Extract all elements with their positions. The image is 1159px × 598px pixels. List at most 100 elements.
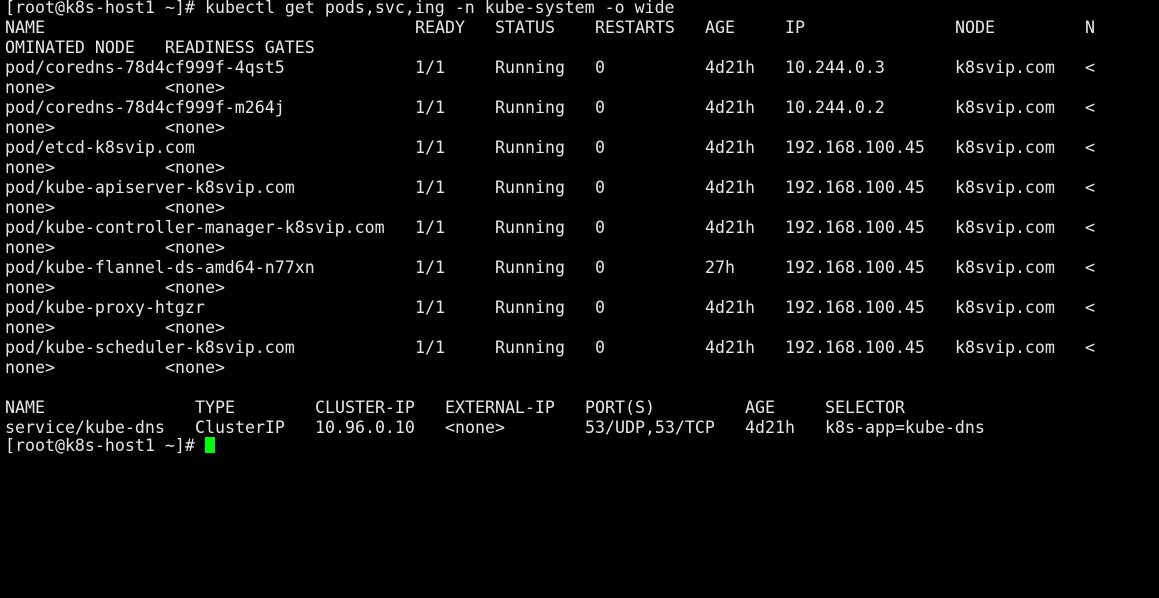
header-ip: IP <box>785 18 805 37</box>
pod-readiness-gates: <none> <box>165 158 225 177</box>
pod-ip: 10.244.0.2 <box>785 98 885 117</box>
terminal-window[interactable]: [root@k8s-host1 ~]# kubectl get pods,svc,… <box>0 0 1159 455</box>
svc-header-external-ip: EXTERNAL-IP <box>445 398 555 417</box>
pod-age: 4d21h <box>705 138 755 157</box>
pod-nominated-tail: none> <box>5 198 55 217</box>
pod-readiness-gates: <none> <box>165 238 225 257</box>
svc-header-ports: PORT(S) <box>585 398 655 417</box>
pod-age: 4d21h <box>705 298 755 317</box>
pod-readiness-gates: <none> <box>165 358 225 377</box>
pod-ready: 1/1 <box>415 138 445 157</box>
pod-nominated-head: < <box>1085 58 1095 77</box>
pod-status: Running <box>495 298 565 317</box>
pods-header: NAME READY STATUS RESTARTS AGE IP NODE N <box>0 18 1095 38</box>
pod-status: Running <box>495 98 565 117</box>
pod-name: pod/kube-controller-manager-k8svip.com <box>5 218 385 237</box>
pod-node: k8svip.com <box>955 58 1055 77</box>
pod-ip: 192.168.100.45 <box>785 218 925 237</box>
pod-restarts: 0 <box>595 258 605 277</box>
pod-age: 4d21h <box>705 98 755 117</box>
svc-header: NAME TYPE CLUSTER-IP EXTERNAL-IP PORT(S)… <box>0 398 905 418</box>
pod-ready: 1/1 <box>415 58 445 77</box>
svc-age: 4d21h <box>745 418 795 437</box>
pod-name: pod/coredns-78d4cf999f-m264j <box>5 98 285 117</box>
pod-readiness-gates: <none> <box>165 278 225 297</box>
pod-nominated-tail: none> <box>5 358 55 377</box>
pod-node: k8svip.com <box>955 178 1055 197</box>
header-ready: READY <box>415 18 465 37</box>
pod-node: k8svip.com <box>955 98 1055 117</box>
header-name: NAME <box>5 18 45 37</box>
pod-node: k8svip.com <box>955 218 1055 237</box>
pod-ip: 192.168.100.45 <box>785 138 925 157</box>
pod-nominated-head: < <box>1085 178 1095 197</box>
header-nominated-head: N <box>1085 18 1095 37</box>
pod-restarts: 0 <box>595 98 605 117</box>
pod-status: Running <box>495 338 565 357</box>
svc-selector: k8s-app=kube-dns <box>825 418 985 437</box>
pod-ip: 192.168.100.45 <box>785 298 925 317</box>
pod-nominated-tail: none> <box>5 158 55 177</box>
pod-age: 4d21h <box>705 178 755 197</box>
pod-nominated-tail: none> <box>5 78 55 97</box>
pod-ip: 192.168.100.45 <box>785 178 925 197</box>
pod-restarts: 0 <box>595 178 605 197</box>
pod-nominated-head: < <box>1085 98 1095 117</box>
pod-age: 4d21h <box>705 338 755 357</box>
pod-nominated-head: < <box>1085 258 1095 277</box>
command-line: [root@k8s-host1 ~]# kubectl get pods,svc,… <box>0 0 675 18</box>
svc-type: ClusterIP <box>195 418 285 437</box>
shell-prompt: [root@k8s-host1 ~]# <box>5 0 195 17</box>
pod-node: k8svip.com <box>955 138 1055 157</box>
svc-name: service/kube-dns <box>5 418 165 437</box>
pod-node: k8svip.com <box>955 298 1055 317</box>
pod-age: 4d21h <box>705 218 755 237</box>
pod-name: pod/kube-scheduler-k8svip.com <box>5 338 295 357</box>
pod-ready: 1/1 <box>415 298 445 317</box>
pod-nominated-tail: none> <box>5 238 55 257</box>
header-restarts: RESTARTS <box>595 18 675 37</box>
pod-ip: 192.168.100.45 <box>785 258 925 277</box>
pod-ready: 1/1 <box>415 178 445 197</box>
svc-header-name: NAME <box>5 398 45 417</box>
final-prompt-line[interactable]: [root@k8s-host1 ~]# <box>0 436 215 456</box>
pod-readiness-gates: <none> <box>165 78 225 97</box>
header-node: NODE <box>955 18 995 37</box>
pod-restarts: 0 <box>595 338 605 357</box>
pod-status: Running <box>495 218 565 237</box>
pod-ip: 10.244.0.3 <box>785 58 885 77</box>
pod-name: pod/kube-flannel-ds-amd64-n77xn <box>5 258 315 277</box>
pod-nominated-head: < <box>1085 298 1095 317</box>
pod-restarts: 0 <box>595 138 605 157</box>
svc-cluster-ip: 10.96.0.10 <box>315 418 415 437</box>
pod-readiness-gates: <none> <box>165 318 225 337</box>
pods-header-wrap: OMINATED NODE READINESS GATES <box>0 38 315 58</box>
pod-nominated-tail: none> <box>5 278 55 297</box>
svc-header-selector: SELECTOR <box>825 398 905 417</box>
pod-readiness-gates: <none> <box>165 118 225 137</box>
svc-header-age: AGE <box>745 398 775 417</box>
pod-ready: 1/1 <box>415 98 445 117</box>
pod-status: Running <box>495 138 565 157</box>
pod-readiness-gates: <none> <box>165 198 225 217</box>
pod-age: 4d21h <box>705 58 755 77</box>
svc-external-ip: <none> <box>445 418 505 437</box>
pod-ready: 1/1 <box>415 258 445 277</box>
pod-nominated-head: < <box>1085 218 1095 237</box>
svc-ports: 53/UDP,53/TCP <box>585 418 715 437</box>
pod-status: Running <box>495 58 565 77</box>
pod-name: pod/coredns-78d4cf999f-4qst5 <box>5 58 285 77</box>
pod-nominated-head: < <box>1085 138 1095 157</box>
final-prompt: [root@k8s-host1 ~]# <box>5 436 195 455</box>
pod-ready: 1/1 <box>415 218 445 237</box>
svc-header-type: TYPE <box>195 398 235 417</box>
pod-ip: 192.168.100.45 <box>785 338 925 357</box>
pod-restarts: 0 <box>595 58 605 77</box>
header-status: STATUS <box>495 18 555 37</box>
pod-restarts: 0 <box>595 298 605 317</box>
cursor[interactable] <box>205 436 215 456</box>
pod-name: pod/kube-proxy-htgzr <box>5 298 205 317</box>
pod-nominated-tail: none> <box>5 118 55 137</box>
pod-nominated-head: < <box>1085 338 1095 357</box>
pod-status: Running <box>495 258 565 277</box>
